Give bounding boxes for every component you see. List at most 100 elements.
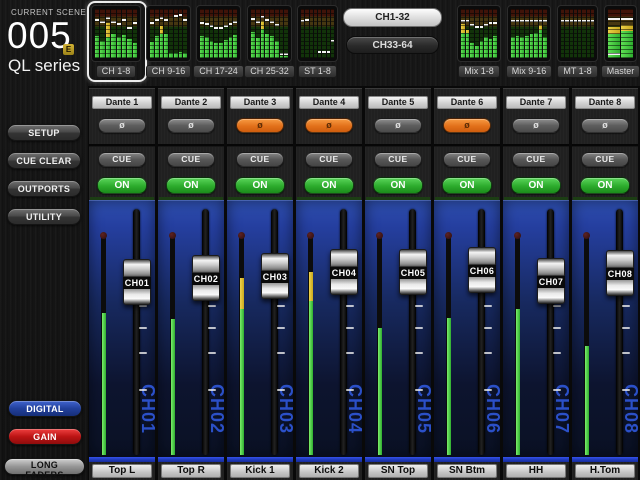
- meter-block-label[interactable]: ST 1-8: [297, 65, 338, 78]
- meter-bar: [466, 9, 470, 58]
- bank-ch33-64-button[interactable]: CH33-64: [346, 36, 439, 54]
- meter-block-label[interactable]: CH 17-24: [196, 65, 241, 78]
- meter-peak-mark: [261, 16, 265, 18]
- channel-name-label[interactable]: Top L: [92, 464, 152, 478]
- meter-yellow-segment: [160, 26, 164, 34]
- bank-ch1-32-button[interactable]: CH1-32: [343, 8, 442, 27]
- fader-cap[interactable]: CH07: [537, 258, 565, 304]
- meter-peak-mark: [224, 25, 228, 27]
- port-label[interactable]: Dante 4: [299, 96, 359, 109]
- on-button[interactable]: ON: [235, 177, 285, 194]
- phase-button[interactable]: ø: [236, 118, 284, 133]
- channel-name-label[interactable]: Top R: [161, 464, 221, 478]
- port-label[interactable]: Dante 1: [92, 96, 152, 109]
- on-button[interactable]: ON: [97, 177, 147, 194]
- meter-bar: [95, 9, 99, 58]
- channel-name-label[interactable]: SN Top: [368, 464, 428, 478]
- on-button[interactable]: ON: [304, 177, 354, 194]
- meter-peak-mark: [106, 17, 110, 19]
- meter-block-mt1-8[interactable]: [557, 5, 598, 62]
- meter-bar: [301, 9, 304, 58]
- phase-button[interactable]: ø: [581, 118, 629, 133]
- on-button[interactable]: ON: [580, 177, 630, 194]
- digital-button[interactable]: DIGITAL: [8, 400, 82, 417]
- fader-cap[interactable]: CH04: [330, 249, 358, 295]
- meter-peak-mark: [327, 51, 330, 53]
- meter-block-ch17-24[interactable]: [196, 5, 241, 62]
- meter-block-label[interactable]: Master: [604, 65, 637, 78]
- cue-button[interactable]: CUE: [167, 152, 215, 167]
- meter-peak-mark: [608, 18, 620, 20]
- meter-block-ch25-32[interactable]: [247, 5, 292, 62]
- setup-button[interactable]: SETUP: [7, 124, 81, 141]
- channel-name-label[interactable]: Kick 1: [230, 464, 290, 478]
- meter-bar: [470, 9, 474, 58]
- fader-panel: CH01CH01: [89, 200, 155, 457]
- on-button[interactable]: ON: [166, 177, 216, 194]
- phase-button[interactable]: ø: [374, 118, 422, 133]
- fader-scale-tick: [277, 352, 285, 354]
- meter-block-label[interactable]: Mix 9-16: [507, 65, 551, 78]
- phase-button[interactable]: ø: [98, 118, 146, 133]
- on-button[interactable]: ON: [442, 177, 492, 194]
- port-label[interactable]: Dante 8: [575, 96, 635, 109]
- cue-button[interactable]: CUE: [374, 152, 422, 167]
- fader-cap[interactable]: CH08: [606, 250, 634, 296]
- meter-bar: [174, 9, 178, 58]
- gain-button[interactable]: GAIN: [8, 428, 82, 445]
- fader-cap[interactable]: CH03: [261, 253, 289, 299]
- port-label[interactable]: Dante 7: [506, 96, 566, 109]
- channel-name-label[interactable]: H.Tom: [575, 464, 635, 478]
- meter-block-mix9-16[interactable]: [507, 5, 551, 62]
- meter-block-label[interactable]: CH 25-32: [247, 65, 292, 78]
- cue-button[interactable]: CUE: [512, 152, 560, 167]
- phase-button[interactable]: ø: [167, 118, 215, 133]
- outports-button[interactable]: OUTPORTS: [7, 180, 81, 197]
- on-button[interactable]: ON: [373, 177, 423, 194]
- meter-block-st1-8[interactable]: [297, 5, 338, 62]
- cue-button[interactable]: CUE: [305, 152, 353, 167]
- cue-button[interactable]: CUE: [581, 152, 629, 167]
- meter-block-label[interactable]: CH 9-16: [146, 65, 191, 78]
- on-button[interactable]: ON: [511, 177, 561, 194]
- meter-block-label-text: CH 9-16: [146, 65, 192, 78]
- cue-button[interactable]: CUE: [236, 152, 284, 167]
- utility-button[interactable]: UTILITY: [7, 208, 81, 225]
- port-label[interactable]: Dante 6: [437, 96, 497, 109]
- fader-scale-tick: [622, 352, 630, 354]
- cue-button[interactable]: CUE: [443, 152, 491, 167]
- cue-button[interactable]: CUE: [98, 152, 146, 167]
- section-divider: [503, 144, 569, 147]
- channel-name-label[interactable]: Kick 2: [299, 464, 359, 478]
- meter-peak-mark: [461, 20, 465, 22]
- meter-block-ch9-16[interactable]: [146, 5, 191, 62]
- port-label[interactable]: Dante 2: [161, 96, 221, 109]
- meter-block-label[interactable]: MT 1-8: [557, 65, 598, 78]
- meter-level: [525, 36, 529, 58]
- long-faders-button[interactable]: LONG FADERS: [4, 458, 85, 475]
- meter-bars: [511, 9, 547, 58]
- fader-cap[interactable]: CH05: [399, 249, 427, 295]
- meter-block-mix1-8[interactable]: [457, 5, 501, 62]
- channel-name-label[interactable]: HH: [506, 464, 566, 478]
- cue-clear-button[interactable]: CUE CLEAR: [7, 152, 81, 169]
- meter-block-label[interactable]: CH 1-8: [91, 65, 141, 78]
- phase-button[interactable]: ø: [512, 118, 560, 133]
- port-label[interactable]: Dante 3: [230, 96, 290, 109]
- phase-button[interactable]: ø: [443, 118, 491, 133]
- level-meter-yellow: [240, 278, 244, 309]
- fader-cap[interactable]: CH06: [468, 247, 496, 293]
- phase-button[interactable]: ø: [305, 118, 353, 133]
- meter-bar: [229, 9, 233, 58]
- meter-level: [270, 36, 274, 58]
- meter-peak-mark: [582, 20, 585, 22]
- meter-block-master[interactable]: [604, 5, 637, 62]
- meter-block-ch1-8[interactable]: [91, 5, 141, 62]
- channel-name-label[interactable]: SN Btm: [437, 464, 497, 478]
- fader-cap[interactable]: CH02: [192, 255, 220, 301]
- port-label[interactable]: Dante 5: [368, 96, 428, 109]
- meter-block-label[interactable]: Mix 1-8: [457, 65, 501, 78]
- meter-peak-mark: [470, 24, 474, 26]
- meter-bar: [582, 9, 585, 58]
- fader-cap[interactable]: CH01: [123, 259, 151, 305]
